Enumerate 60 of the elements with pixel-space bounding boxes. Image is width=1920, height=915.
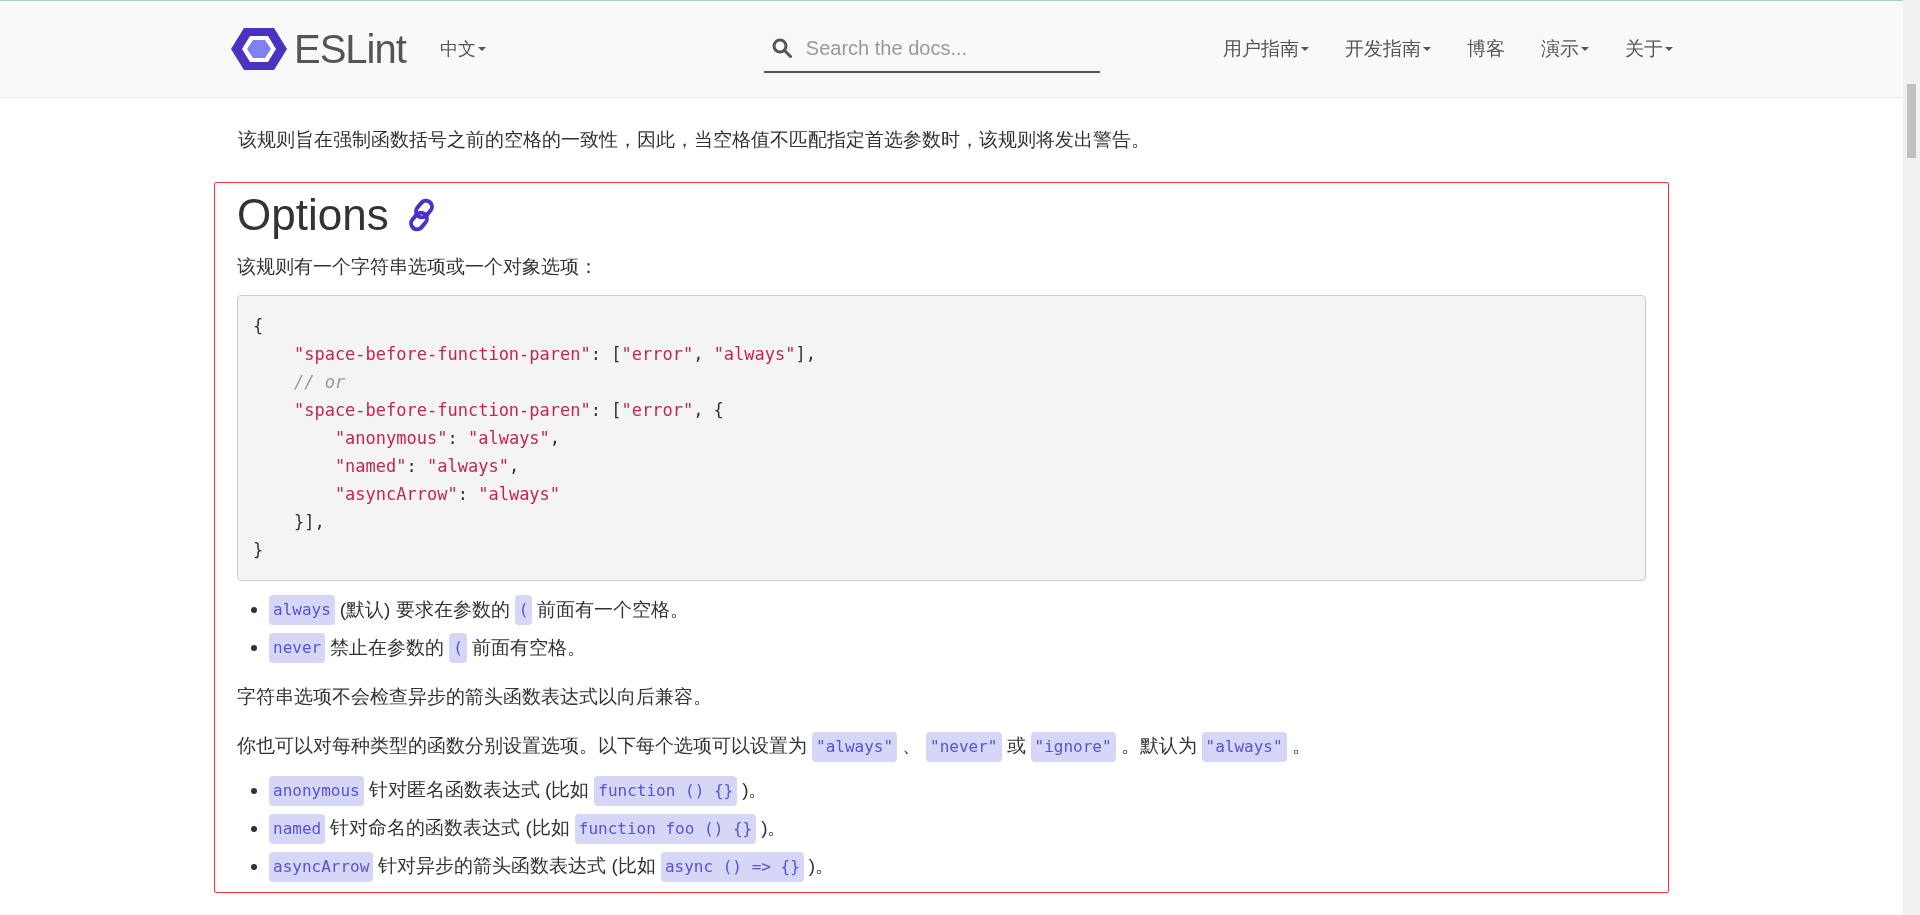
lead-text: 该规则有一个字符串选项或一个对象选项： [237, 254, 599, 279]
code-line: "space-before-function-paren": ["error", "always"], [292, 343, 816, 366]
inline-code: anonymous [269, 775, 364, 806]
bullet-icon [251, 825, 257, 832]
nav-link[interactable]: 演示 [1541, 34, 1589, 64]
body-text: )。 [808, 854, 835, 879]
inline-code: "ignore" [1030, 731, 1116, 762]
body-text: 前面有空格。 [471, 635, 586, 660]
body-text: 字符串选项不会检查异步的箭头函数表达式以向后兼容。 [237, 685, 712, 709]
body-text: 或 [1006, 734, 1026, 759]
intro-text: 该规则旨在强制函数括号之前的空格的一致性，因此，当空格值不匹配指定首选参数时，该规则将发出警告。 [237, 128, 1151, 152]
inline-code: ( [449, 633, 467, 663]
section-heading: Options [237, 188, 389, 241]
inline-code: async () => {} [660, 851, 804, 882]
nav-link[interactable]: 博客 [1467, 34, 1505, 64]
inline-code: ( [514, 595, 533, 625]
body-text: 针对匿名函数表达式 (比如 [368, 778, 590, 803]
body-text: )。 [761, 816, 787, 841]
code-line: } [253, 539, 264, 562]
language-dropdown[interactable]: 中文 [439, 35, 486, 63]
inline-code: named [269, 813, 326, 844]
scrollbar[interactable] [1903, 0, 1920, 915]
search-field[interactable]: Search the docs... [805, 33, 1092, 63]
body-text: 针对异步的箭头函数表达式 (比如 [378, 854, 656, 879]
body-text: 针对命名的函数表达式 (比如 [330, 816, 570, 841]
body-text: 前面有一个空格。 [537, 597, 690, 622]
body-text: 、 [902, 734, 922, 759]
code-line: "anonymous": "always", [333, 427, 561, 450]
code-line: "space-before-function-paren": ["error", { [292, 399, 724, 422]
body-text: 禁止在参数的 [330, 635, 445, 660]
inline-code: never [269, 633, 326, 663]
search-icon [771, 38, 792, 58]
inline-code: always [269, 595, 335, 625]
logo-icon [230, 26, 288, 72]
code-line: }], [292, 511, 325, 534]
body-text: )。 [742, 778, 768, 803]
inline-code: "always" [812, 731, 898, 762]
bullet-icon [251, 787, 257, 794]
code-line: "named": "always", [333, 455, 520, 478]
caret-icon [477, 47, 486, 51]
body-text: 你也可以对每种类型的函数分别设置选项。以下每个选项可以设置为 [237, 734, 807, 759]
inline-code: "always" [1201, 731, 1287, 762]
logo-text: ESLint [294, 26, 406, 73]
code-line: "asyncArrow": "always" [333, 483, 561, 506]
nav-link[interactable]: 开发指南 [1345, 34, 1431, 64]
inline-code: asyncArrow [269, 851, 374, 882]
inline-code: "never" [926, 731, 1002, 762]
bullet-icon [251, 607, 257, 613]
bullet-icon [251, 863, 257, 870]
link-icon[interactable] [406, 197, 437, 232]
inline-code: function () {} [594, 775, 738, 806]
bullet-icon [251, 645, 257, 651]
body-text: 。 [1291, 734, 1311, 759]
body-text: 。默认为 [1120, 734, 1197, 759]
inline-code: function foo () {} [574, 813, 757, 844]
body-text: (默认) 要求在参数的 [339, 597, 510, 622]
nav-link[interactable]: 用户指南 [1223, 34, 1309, 64]
code-line: { [253, 315, 264, 338]
code-line: // or [292, 371, 346, 394]
nav-link[interactable]: 关于 [1625, 34, 1673, 64]
